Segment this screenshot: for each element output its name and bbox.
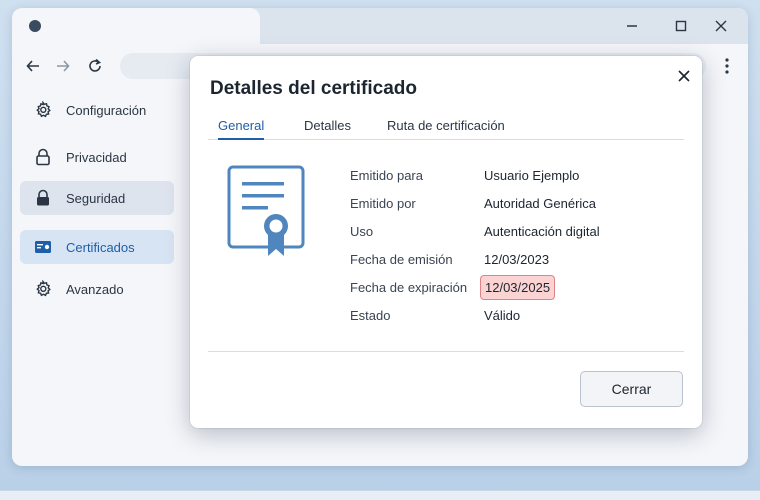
arrow-left-icon <box>26 60 39 72</box>
minimize-button[interactable] <box>620 15 644 37</box>
divider <box>208 351 684 352</box>
tab-detalles[interactable]: Detalles <box>304 118 351 140</box>
field-row: Emitido para Usuario Ejemplo <box>350 164 690 188</box>
field-label: Fecha de emisión <box>350 252 453 267</box>
dialog-close-button[interactable] <box>672 64 696 88</box>
forward-button[interactable] <box>52 55 74 77</box>
sidebar-item-configuracion[interactable]: Configuración <box>20 93 174 127</box>
reload-icon <box>89 58 101 72</box>
sidebar-item-label: Configuración <box>66 102 147 118</box>
padlock-icon <box>33 188 53 208</box>
field-label: Estado <box>350 308 391 323</box>
padlock-icon <box>33 147 53 167</box>
sidebar-item-certificados[interactable]: Certificados <box>20 230 174 264</box>
sidebar-item-privacidad[interactable]: Privacidad <box>20 140 174 174</box>
status-value: Válido <box>484 308 521 323</box>
sidebar-item-label: Avanzado <box>66 281 124 297</box>
certificate-details-dialog: Detalles del certificado General Detalle… <box>190 56 702 428</box>
maximize-button[interactable] <box>669 15 693 37</box>
dialog-tabs: General Detalles Ruta de certificación <box>208 114 684 140</box>
arrow-right-icon <box>57 60 70 72</box>
minimize-icon <box>627 25 637 27</box>
window-close-button[interactable] <box>709 15 733 37</box>
tab-ruta-certificacion[interactable]: Ruta de certificación <box>387 118 505 140</box>
title-bar <box>12 8 748 44</box>
field-row: Uso Autenticación digital <box>350 220 690 244</box>
expiration-date-highlight: 12/03/2025 <box>480 275 556 300</box>
maximize-icon <box>675 20 687 32</box>
close-button[interactable]: Cerrar <box>580 371 683 407</box>
back-button[interactable] <box>22 55 44 77</box>
field-row: Emitido por Autoridad Genérica <box>350 192 690 216</box>
field-label: Emitido para <box>350 168 423 183</box>
field-value: Autenticación digital <box>484 224 600 239</box>
certificate-card-icon <box>33 237 53 257</box>
field-row: Fecha de emisión 12/03/2023 <box>350 248 690 272</box>
sidebar-item-avanzado[interactable]: Avanzado <box>20 272 174 306</box>
field-label: Uso <box>350 224 374 239</box>
field-label: Fecha de expiración <box>350 280 468 295</box>
more-vertical-icon <box>725 58 729 74</box>
certificate-icon <box>227 165 305 256</box>
dialog-title: Detalles del certificado <box>210 78 417 99</box>
tab-favicon-icon <box>29 20 41 32</box>
field-row: Estado Válido <box>350 304 690 328</box>
close-icon <box>678 70 690 82</box>
taskbar-strip <box>0 490 760 500</box>
sidebar-item-label: Privacidad <box>66 149 127 165</box>
field-value: 12/03/2023 <box>484 252 550 267</box>
field-label: Emitido por <box>350 196 416 211</box>
gear-icon <box>33 100 53 120</box>
field-value: Usuario Ejemplo <box>484 168 580 183</box>
sidebar-item-label: Certificados <box>66 239 135 255</box>
field-row: Fecha de expiración 12/03/2025 <box>350 275 690 300</box>
browser-tab[interactable] <box>12 8 260 44</box>
tab-general[interactable]: General <box>218 118 265 140</box>
sidebar-item-label: Seguridad <box>66 190 126 206</box>
sidebar-item-seguridad[interactable]: Seguridad <box>20 181 174 215</box>
reload-button[interactable] <box>84 55 106 77</box>
close-icon <box>715 20 727 32</box>
gear-icon <box>33 279 53 299</box>
field-value: Autoridad Genérica <box>484 196 597 211</box>
browser-menu-button[interactable] <box>718 55 736 77</box>
